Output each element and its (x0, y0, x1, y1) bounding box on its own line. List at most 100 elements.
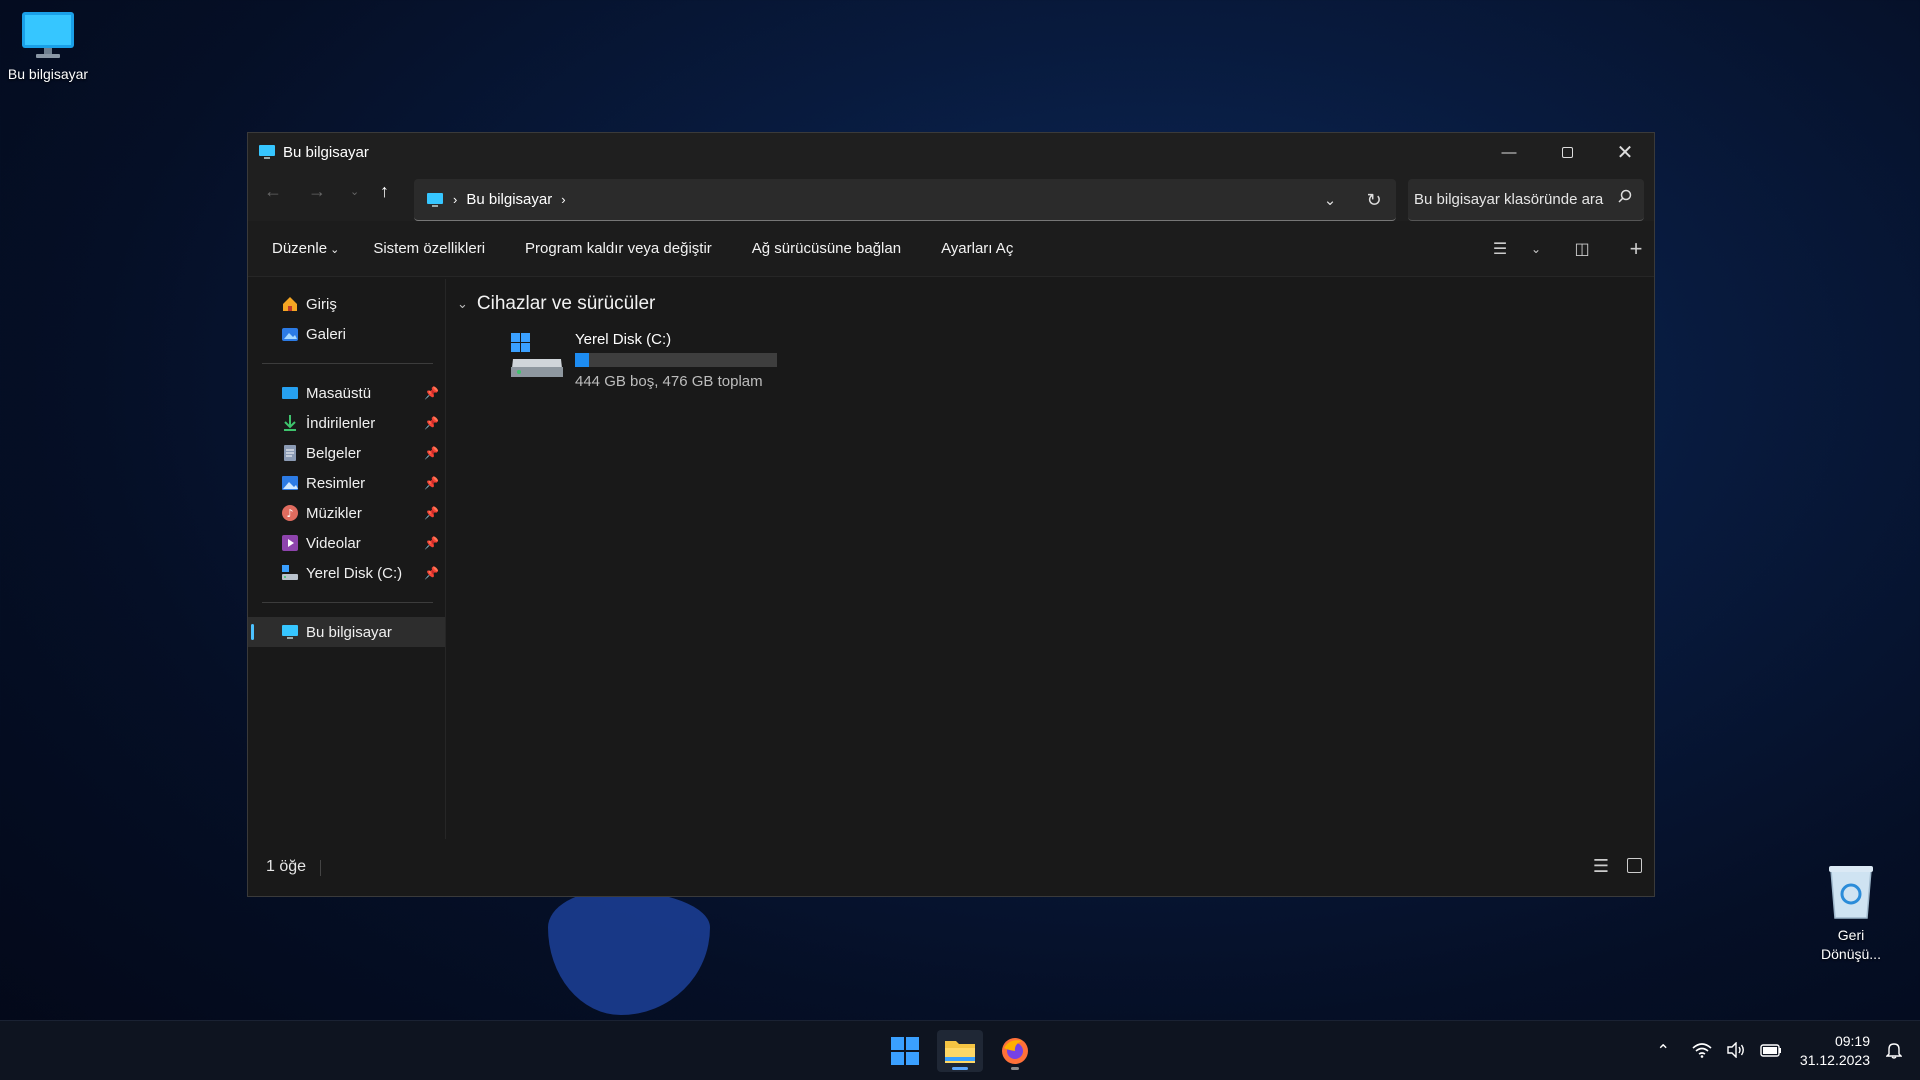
wallpaper-shape (548, 890, 710, 1015)
taskbar: ⌃ 09:19 31.12.2023 (0, 1020, 1920, 1080)
system-properties-button[interactable]: Sistem özellikleri (373, 240, 485, 257)
pictures-icon (282, 476, 298, 490)
notification-bell-icon[interactable] (1885, 1041, 1903, 1062)
address-row: ← → ⌄ ↑ › Bu bilgisayar › ⌄ ↻ Bu bilgisa… (248, 171, 1654, 221)
desktop-folder-icon (282, 387, 298, 399)
sidebar-item-gallery[interactable]: Galeri (248, 319, 445, 349)
clock[interactable]: 09:19 31.12.2023 (1800, 1032, 1870, 1070)
desktop-icon-recycle-bin[interactable]: Geri Dönüşü... (1803, 862, 1899, 964)
desktop-icon-this-pc[interactable]: Bu bilgisayar (0, 10, 96, 82)
up-button[interactable]: ↑ (380, 181, 389, 202)
breadcrumb-separator-icon: › (453, 192, 458, 207)
group-header[interactable]: ⌄ Cihazlar ve sürücüler (457, 293, 655, 315)
svg-text:♪: ♪ (286, 507, 293, 520)
search-input[interactable]: Bu bilgisayar klasöründe ara (1414, 191, 1603, 208)
sidebar-item-this-pc[interactable]: Bu bilgisayar (248, 617, 445, 647)
maximize-button[interactable] (1538, 133, 1596, 171)
minimize-icon: — (1501, 143, 1517, 161)
recent-locations-button[interactable]: ⌄ (350, 185, 359, 198)
battery-icon[interactable] (1760, 1042, 1782, 1061)
taskbar-firefox[interactable] (992, 1030, 1038, 1072)
pin-icon[interactable]: 📌 (424, 416, 439, 430)
desktop-icon-label: Bu bilgisayar (7, 66, 89, 82)
pin-icon[interactable]: 📌 (424, 446, 439, 460)
sidebar-item-desktop[interactable]: Masaüstü 📌 (248, 378, 445, 408)
command-bar: Düzenle ⌄ Sistem özellikleri Program kal… (248, 221, 1654, 277)
active-indicator (952, 1067, 968, 1070)
breadcrumb-separator-icon[interactable]: › (561, 192, 565, 207)
window-title: Bu bilgisayar (283, 143, 369, 161)
taskbar-file-explorer[interactable] (937, 1030, 983, 1072)
refresh-icon[interactable]: ↻ (1352, 190, 1396, 211)
computer-icon (427, 192, 443, 207)
close-button[interactable]: ✕ (1596, 133, 1654, 171)
sidebar-item-music[interactable]: ♪ Müzikler 📌 (248, 498, 445, 528)
pin-icon[interactable]: 📌 (424, 386, 439, 400)
videos-icon (282, 535, 298, 551)
show-hidden-icons-icon[interactable]: ⌃ (1657, 1041, 1670, 1061)
drive-usage-fill (575, 353, 589, 367)
pin-icon[interactable]: 📌 (424, 566, 439, 580)
breadcrumb-item[interactable]: Bu bilgisayar (466, 191, 552, 208)
drive-icon (511, 333, 563, 377)
uninstall-program-button[interactable]: Program kaldır veya değiştir (525, 240, 712, 257)
sidebar-item-videos[interactable]: Videolar 📌 (248, 528, 445, 558)
chevron-down-icon: ⌄ (457, 296, 468, 311)
download-icon (284, 415, 296, 431)
minimize-button[interactable]: — (1480, 133, 1538, 171)
view-options-icon[interactable]: ☰ (1482, 239, 1518, 259)
documents-icon (284, 445, 296, 461)
search-box[interactable]: Bu bilgisayar klasöründe ara (1408, 179, 1644, 221)
start-button[interactable] (882, 1030, 928, 1072)
search-icon (1618, 189, 1632, 203)
back-button[interactable]: ← (264, 181, 282, 202)
details-pane-icon[interactable]: ◫ (1564, 239, 1600, 259)
wifi-icon[interactable] (1692, 1042, 1712, 1061)
address-bar[interactable]: › Bu bilgisayar › ⌄ ↻ (414, 179, 1396, 221)
content-area: ⌄ Cihazlar ve sürücüler Yerel Disk (C:) … (447, 279, 1654, 839)
open-settings-button[interactable]: Ayarları Aç (941, 240, 1013, 257)
navigation-pane: Giriş Galeri Masaüstü 📌 İndirilenler 📌 B… (248, 279, 446, 839)
chevron-down-icon: ⌄ (327, 244, 340, 256)
divider (320, 860, 321, 876)
add-icon[interactable]: + (1618, 236, 1654, 262)
computer-icon (22, 12, 74, 58)
drive-icon (282, 565, 298, 580)
tiles-view-icon[interactable] (1627, 858, 1642, 873)
drive-usage-bar (575, 353, 777, 367)
gallery-icon (282, 328, 298, 341)
drive-name: Yerel Disk (C:) (575, 331, 672, 348)
title-bar[interactable]: Bu bilgisayar — ✕ (248, 133, 1654, 171)
file-explorer-window: Bu bilgisayar — ✕ ← → ⌄ ↑ › Bu bilgisaya… (247, 132, 1655, 897)
map-network-drive-button[interactable]: Ağ sürücüsüne bağlan (752, 240, 901, 257)
system-tray: ⌃ 09:19 31.12.2023 (1643, 1021, 1920, 1080)
pin-icon[interactable]: 📌 (424, 506, 439, 520)
close-icon: ✕ (1616, 141, 1634, 164)
volume-icon[interactable] (1726, 1040, 1746, 1061)
running-indicator (1011, 1067, 1019, 1070)
pin-icon[interactable]: 📌 (424, 476, 439, 490)
chevron-down-icon[interactable]: ⌄ (1518, 242, 1554, 256)
drive-item[interactable]: Yerel Disk (C:) 444 GB boş, 476 GB topla… (509, 331, 779, 401)
sidebar-item-home[interactable]: Giriş (248, 289, 445, 319)
sidebar-item-local-disk[interactable]: Yerel Disk (C:) 📌 (248, 558, 445, 588)
folder-icon (945, 1041, 975, 1063)
edit-menu-button[interactable]: Düzenle ⌄ (272, 240, 339, 257)
drive-space-info: 444 GB boş, 476 GB toplam (575, 373, 763, 390)
forward-button[interactable]: → (308, 181, 326, 202)
address-dropdown-icon[interactable]: ⌄ (1308, 191, 1352, 209)
details-view-icon[interactable]: ☰ (1593, 856, 1609, 877)
pin-icon[interactable]: 📌 (424, 536, 439, 550)
clock-time: 09:19 (1834, 1033, 1870, 1049)
item-count: 1 öğe (266, 858, 307, 875)
maximize-icon (1561, 146, 1573, 158)
music-icon: ♪ (282, 505, 298, 521)
clock-date: 31.12.2023 (1799, 1052, 1870, 1068)
status-bar: 1 öğe ☰ (248, 838, 1654, 896)
group-title: Cihazlar ve sürücüler (476, 293, 656, 314)
sidebar-item-pictures[interactable]: Resimler 📌 (248, 468, 445, 498)
sidebar-item-documents[interactable]: Belgeler 📌 (248, 438, 445, 468)
sidebar-item-downloads[interactable]: İndirilenler 📌 (248, 408, 445, 438)
desktop-icon-label: Geri Dönüşü... (1821, 927, 1881, 962)
recycle-bin-icon (1829, 866, 1873, 919)
